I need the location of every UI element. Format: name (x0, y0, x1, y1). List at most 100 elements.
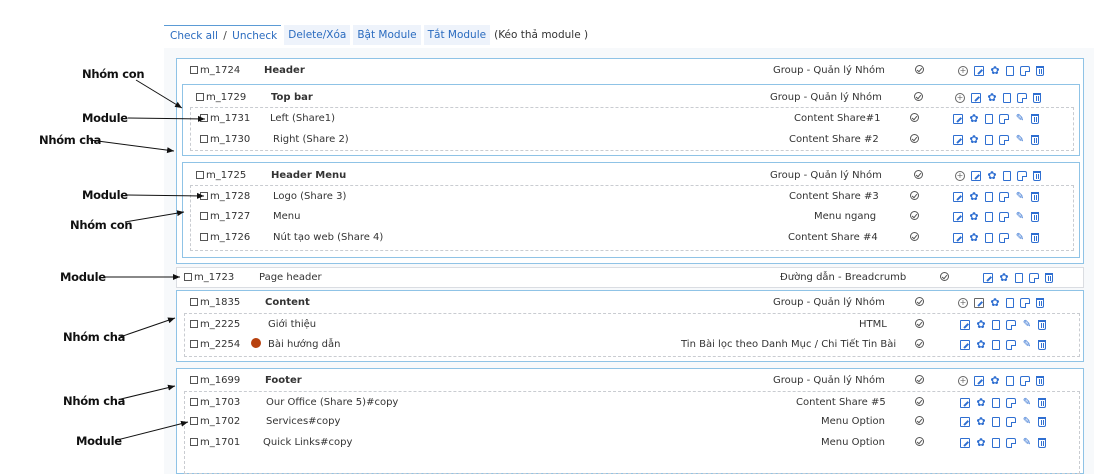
settings-icon[interactable]: ✿ (990, 375, 1000, 386)
row-checkbox[interactable] (200, 233, 208, 241)
delete-icon[interactable] (1038, 340, 1046, 350)
page-icon[interactable] (1006, 298, 1014, 308)
status-check-icon[interactable] (915, 65, 924, 74)
status-check-icon[interactable] (910, 191, 919, 200)
module-row[interactable]: m_1702 (190, 411, 240, 431)
module-row[interactable]: m_1727 (200, 206, 250, 226)
delete-icon[interactable] (1045, 273, 1053, 283)
pen-icon[interactable]: ✎ (1015, 212, 1025, 222)
status-check-icon[interactable] (915, 397, 924, 406)
status-check-icon[interactable] (915, 375, 924, 384)
module-row[interactable]: m_1723 (184, 267, 234, 287)
delete-icon[interactable] (1038, 398, 1046, 408)
page-icon[interactable] (992, 398, 1000, 408)
pen-icon[interactable]: ✎ (1015, 192, 1025, 202)
page-icon[interactable] (1003, 171, 1011, 181)
delete-icon[interactable] (1038, 438, 1046, 448)
settings-icon[interactable]: ✿ (990, 65, 1000, 76)
group-row[interactable]: m_1725 (196, 165, 246, 185)
pen-icon[interactable]: ✎ (1015, 233, 1025, 243)
page-icon[interactable] (985, 233, 993, 243)
status-check-icon[interactable] (914, 92, 923, 101)
row-checkbox[interactable] (190, 66, 198, 74)
row-checkbox[interactable] (196, 171, 204, 179)
row-checkbox[interactable] (190, 417, 198, 425)
edit-icon[interactable] (974, 376, 984, 386)
row-checkbox[interactable] (200, 114, 208, 122)
copy-icon[interactable] (1006, 438, 1016, 448)
settings-icon[interactable]: ✿ (969, 134, 979, 145)
delete-icon[interactable] (1038, 320, 1046, 330)
page-icon[interactable] (1006, 66, 1014, 76)
edit-icon[interactable] (960, 417, 970, 427)
settings-icon[interactable]: ✿ (976, 339, 986, 350)
delete-icon[interactable] (1031, 135, 1039, 145)
copy-icon[interactable] (999, 212, 1009, 222)
add-icon[interactable]: + (958, 376, 968, 386)
settings-icon[interactable]: ✿ (969, 191, 979, 202)
add-icon[interactable]: + (955, 93, 965, 103)
edit-icon[interactable] (953, 233, 963, 243)
row-checkbox[interactable] (190, 398, 198, 406)
edit-icon[interactable] (974, 66, 984, 76)
status-check-icon[interactable] (915, 437, 924, 446)
module-row[interactable]: m_1701 (190, 432, 240, 452)
module-row[interactable]: m_2254 (190, 334, 240, 354)
row-checkbox[interactable] (190, 376, 198, 384)
pen-icon[interactable]: ✎ (1022, 398, 1032, 408)
copy-icon[interactable] (1006, 398, 1016, 408)
row-checkbox[interactable] (200, 192, 208, 200)
module-row[interactable]: m_1731 (200, 108, 250, 128)
edit-icon[interactable] (960, 340, 970, 350)
enable-module-button[interactable]: Bật Module (353, 25, 421, 45)
settings-icon[interactable]: ✿ (969, 211, 979, 222)
settings-icon[interactable]: ✿ (999, 272, 1009, 283)
delete-icon[interactable] (1038, 417, 1046, 427)
edit-icon[interactable] (960, 320, 970, 330)
delete-icon[interactable] (1033, 93, 1041, 103)
page-icon[interactable] (1003, 93, 1011, 103)
delete-icon[interactable] (1031, 233, 1039, 243)
status-check-icon[interactable] (915, 416, 924, 425)
copy-icon[interactable] (1006, 320, 1016, 330)
edit-icon[interactable] (953, 212, 963, 222)
row-checkbox[interactable] (184, 273, 192, 281)
edit-icon[interactable] (953, 135, 963, 145)
group-row[interactable]: m_1729 (196, 87, 246, 107)
edit-icon[interactable] (983, 273, 993, 283)
row-checkbox[interactable] (196, 93, 204, 101)
row-checkbox[interactable] (190, 438, 198, 446)
pen-icon[interactable]: ✎ (1015, 114, 1025, 124)
status-check-icon[interactable] (940, 272, 949, 281)
status-check-icon[interactable] (915, 297, 924, 306)
copy-icon[interactable] (999, 135, 1009, 145)
delete-icon[interactable] (1036, 66, 1044, 76)
copy-icon[interactable] (1006, 340, 1016, 350)
status-check-icon[interactable] (910, 134, 919, 143)
edit-icon[interactable] (960, 438, 970, 448)
pen-icon[interactable]: ✎ (1022, 417, 1032, 427)
copy-icon[interactable] (1017, 93, 1027, 103)
module-row[interactable]: m_1730 (200, 129, 250, 149)
copy-icon[interactable] (1020, 376, 1030, 386)
page-icon[interactable] (992, 340, 1000, 350)
page-icon[interactable] (1006, 376, 1014, 386)
row-checkbox[interactable] (190, 298, 198, 306)
status-check-icon[interactable] (915, 319, 924, 328)
copy-icon[interactable] (1017, 171, 1027, 181)
add-icon[interactable]: + (955, 171, 965, 181)
row-checkbox[interactable] (200, 212, 208, 220)
settings-icon[interactable]: ✿ (976, 319, 986, 330)
page-icon[interactable] (1015, 273, 1023, 283)
settings-icon[interactable]: ✿ (976, 437, 986, 448)
edit-icon[interactable] (974, 298, 984, 308)
module-row[interactable]: m_1728 (200, 186, 250, 206)
pen-icon[interactable]: ✎ (1022, 320, 1032, 330)
uncheck-link[interactable]: Uncheck (232, 30, 277, 42)
delete-icon[interactable] (1031, 114, 1039, 124)
copy-icon[interactable] (1020, 298, 1030, 308)
delete-icon[interactable] (1031, 212, 1039, 222)
check-all-link[interactable]: Check all (170, 30, 218, 42)
settings-icon[interactable]: ✿ (976, 397, 986, 408)
delete-icon[interactable] (1036, 376, 1044, 386)
